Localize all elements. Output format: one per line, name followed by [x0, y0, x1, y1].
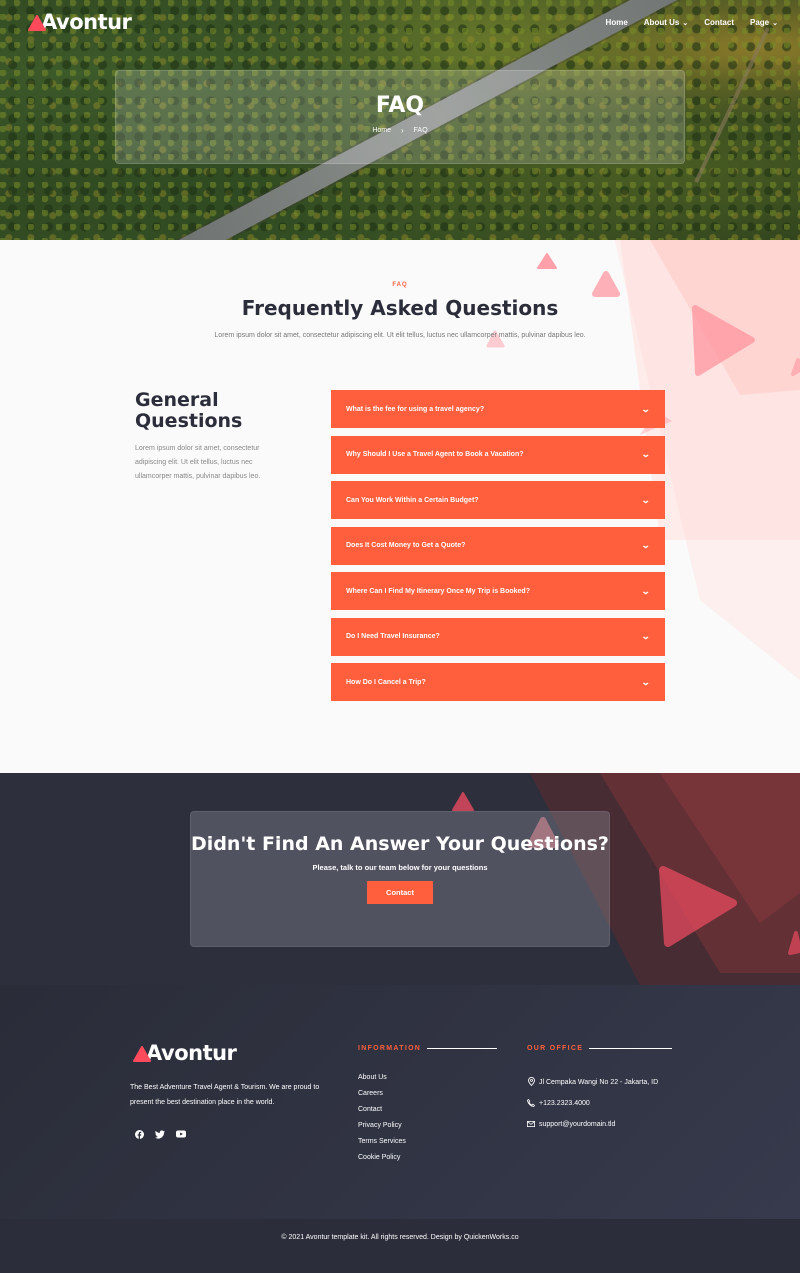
footer: Avontur The Best Adventure Travel Agent … [0, 985, 800, 1219]
address-text: Jl Cempaka Wangi No 22 - Jakarta, ID [539, 1079, 659, 1086]
nav-item-contact[interactable]: Contact [704, 18, 734, 27]
office-address: Jl Cempaka Wangi No 22 - Jakarta, ID [527, 1072, 658, 1093]
social-links [134, 1129, 186, 1139]
chevron-down-icon: ⌄ [641, 676, 652, 687]
breadcrumb-separator-icon: › [401, 126, 404, 135]
chevron-down-icon: ⌄ [772, 19, 778, 27]
divider [427, 1048, 498, 1049]
cta-box: Didn't Find An Answer Your Questions? Pl… [190, 811, 610, 947]
chevron-down-icon: ⌄ [641, 585, 652, 596]
logo-text: Avontur [41, 10, 132, 34]
email-text[interactable]: support@yourdomain.tld [539, 1121, 615, 1128]
nav-item-label: Home [605, 18, 628, 27]
section-lead: Lorem ipsum dolor sit amet, consectetur … [214, 332, 586, 339]
faq-question: What is the fee for using a travel agenc… [346, 405, 485, 413]
logo-mark-icon [28, 15, 46, 31]
faq-item[interactable]: Can You Work Within a Certain Budget? ⌄ [331, 481, 665, 519]
faq-question: Does It Cost Money to Get a Quote? [346, 542, 466, 549]
logo-mark-icon [133, 1046, 151, 1062]
breadcrumb-home[interactable]: Home [372, 127, 391, 134]
general-questions-title: General Questions [135, 389, 243, 432]
breadcrumb: Home › FAQ [116, 126, 684, 135]
facebook-icon[interactable] [134, 1129, 144, 1139]
information-title: INFORMATION [358, 1045, 422, 1052]
cta-title: Didn't Find An Answer Your Questions? [191, 833, 609, 855]
faq-item[interactable]: Why Should I Use a Travel Agent to Book … [331, 435, 665, 474]
office-heading: OUR OFFICE [527, 1045, 673, 1052]
page-title: FAQ [375, 93, 425, 118]
nav-item-label: About Us [643, 18, 680, 27]
chevron-down-icon: ⌄ [641, 540, 652, 550]
faq-item[interactable]: How Do I Cancel a Trip? ⌄ [331, 663, 665, 701]
faq-question: How Do I Cancel a Trip? [346, 678, 426, 686]
office-phone: +123.2323.4000 [527, 1093, 658, 1114]
header-logo[interactable]: Avontur [28, 10, 132, 34]
general-questions-text: Lorem ipsum dolor sit amet, consectetur … [135, 445, 261, 480]
nav-item-page[interactable]: Page ⌄ [750, 18, 778, 27]
information-heading: INFORMATION [358, 1045, 498, 1052]
nav-item-label: Page [750, 18, 770, 27]
faq-accordion: What is the fee for using a travel agenc… [331, 390, 665, 709]
logo-text: Avontur [146, 1041, 237, 1065]
faq-item[interactable]: Do I Need Travel Insurance? ⌄ [331, 617, 665, 656]
faq-section: FAQ Frequently Asked Questions Lorem ips… [0, 240, 800, 773]
page-title-box: FAQ Home › FAQ [115, 70, 685, 164]
information-links: About Us Careers Contact Privacy Policy … [358, 1074, 406, 1170]
faq-question: Do I Need Travel Insurance? [346, 633, 440, 640]
youtube-icon[interactable] [176, 1129, 186, 1139]
main-nav: Home About Us ⌄ Contact Page ⌄ [606, 18, 778, 27]
chevron-down-icon: ⌄ [641, 631, 652, 641]
nav-item-home[interactable]: Home [606, 18, 628, 27]
office-info: Jl Cempaka Wangi No 22 - Jakarta, ID +12… [527, 1072, 658, 1135]
office-title: OUR OFFICE [527, 1045, 584, 1052]
section-kicker: FAQ [392, 282, 408, 288]
faq-question: Why Should I Use a Travel Agent to Book … [346, 451, 524, 458]
location-pin-icon [527, 1077, 535, 1088]
footer-link[interactable]: Privacy Policy [358, 1122, 406, 1138]
mail-icon [527, 1120, 535, 1129]
copyright-text: © 2021 Avontur template kit. All rights … [281, 1234, 519, 1241]
breadcrumb-current: FAQ [413, 127, 428, 134]
divider [589, 1048, 673, 1049]
cta-section: Didn't Find An Answer Your Questions? Pl… [0, 773, 800, 985]
office-email: support@yourdomain.tld [527, 1114, 658, 1135]
faq-question: Can You Work Within a Certain Budget? [346, 496, 479, 504]
chevron-down-icon: ⌄ [682, 19, 689, 27]
copyright-bar: © 2021 Avontur template kit. All rights … [0, 1219, 800, 1273]
faq-item[interactable]: Where Can I Find My Itinerary Once My Tr… [331, 572, 665, 610]
chevron-down-icon: ⌄ [641, 403, 652, 414]
phone-text[interactable]: +123.2323.4000 [539, 1100, 590, 1107]
cta-subtitle: Please, talk to our team below for your … [312, 863, 488, 872]
footer-logo[interactable]: Avontur [133, 1041, 237, 1065]
section-title: Frequently Asked Questions [241, 296, 559, 320]
faq-item[interactable]: Does It Cost Money to Get a Quote? ⌄ [331, 526, 665, 565]
footer-link[interactable]: Terms Services [358, 1138, 406, 1154]
footer-link[interactable]: Cookie Policy [358, 1154, 406, 1170]
nav-item-label: Contact [704, 18, 734, 27]
footer-link[interactable]: About Us [358, 1074, 406, 1090]
chevron-down-icon: ⌄ [641, 449, 652, 459]
contact-button[interactable]: Contact [367, 881, 433, 904]
hero-banner: Avontur Home About Us ⌄ Contact Page ⌄ FAQ Ho… [0, 0, 800, 240]
footer-link[interactable]: Contact [358, 1106, 406, 1122]
nav-item-about-us[interactable]: About Us ⌄ [644, 18, 688, 27]
faq-question: Where Can I Find My Itinerary Once My Tr… [346, 587, 530, 595]
footer-link[interactable]: Careers [358, 1090, 406, 1106]
chevron-down-icon: ⌄ [641, 494, 652, 505]
footer-about-text: The Best Adventure Travel Agent & Touris… [130, 1084, 320, 1106]
faq-item[interactable]: What is the fee for using a travel agenc… [331, 390, 665, 428]
twitter-icon[interactable] [155, 1129, 165, 1139]
phone-icon [527, 1098, 536, 1109]
